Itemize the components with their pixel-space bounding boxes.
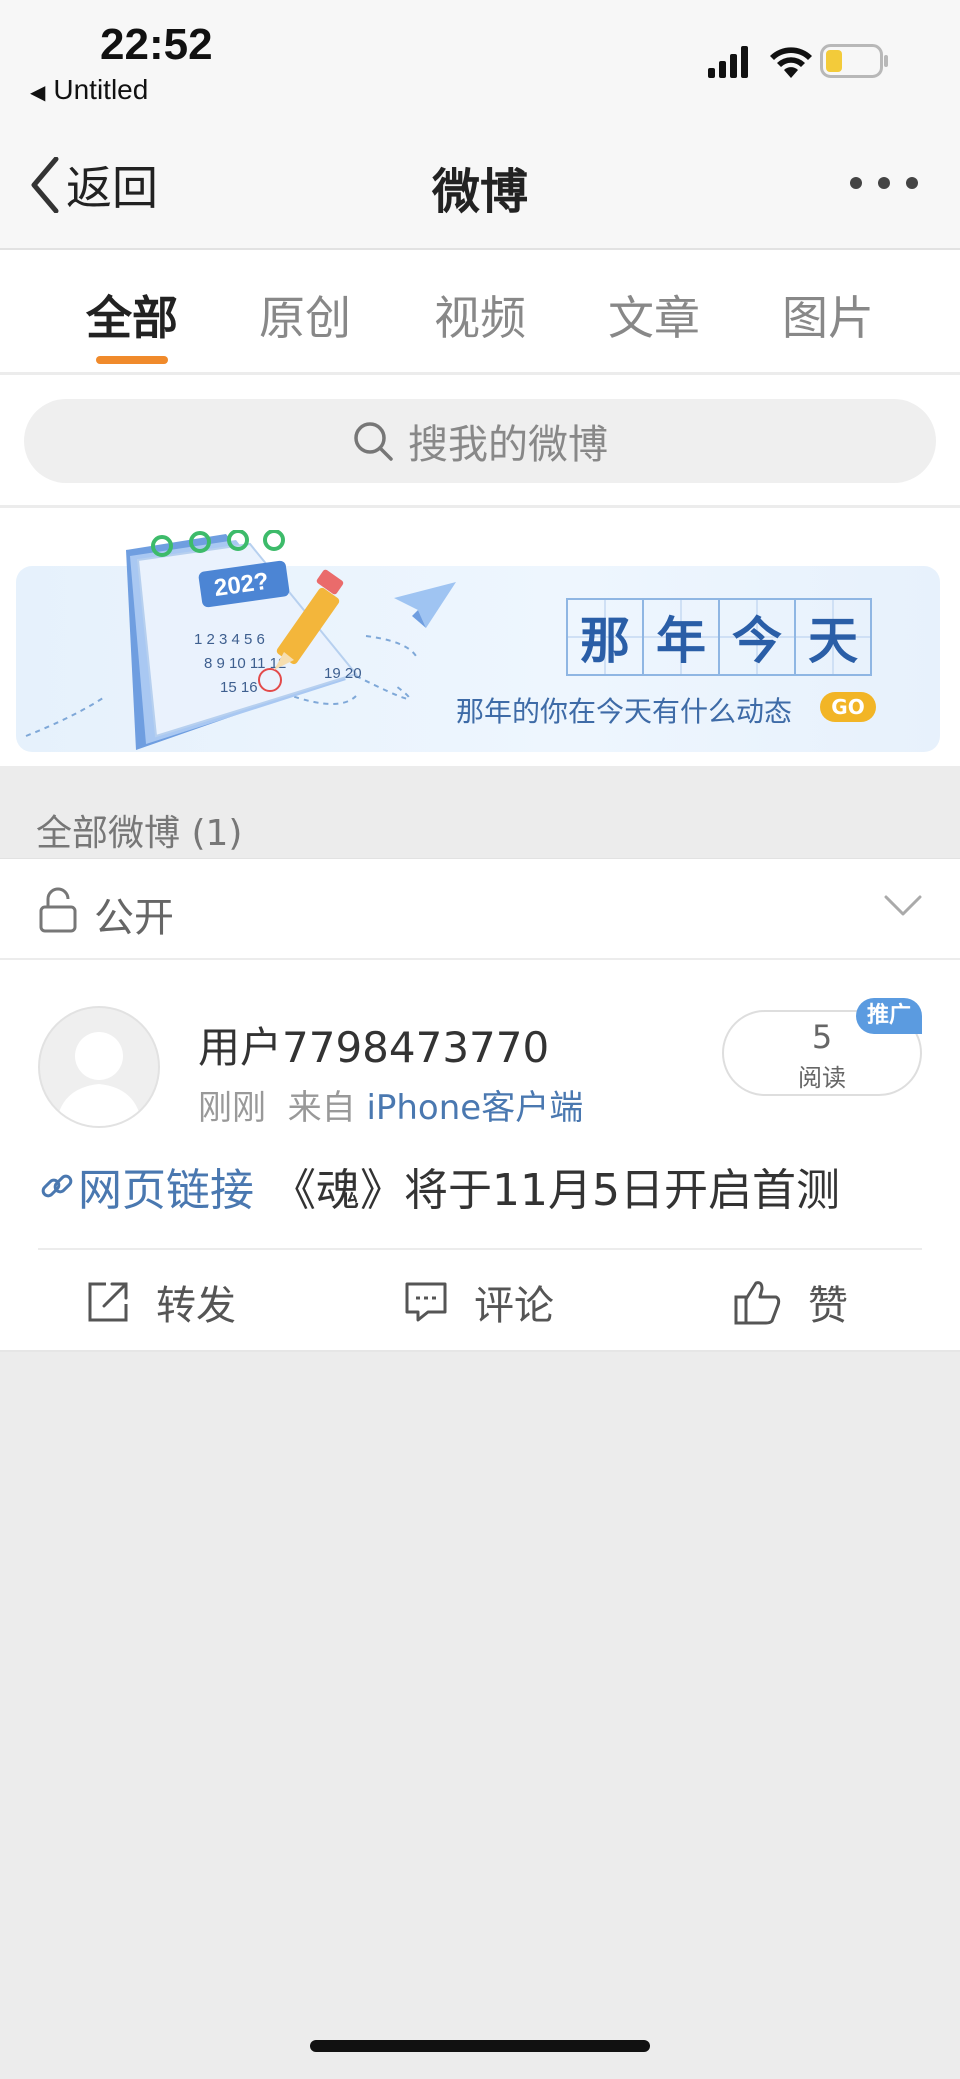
tab-original[interactable]: 原创 — [240, 282, 370, 348]
status-bar: 22:52 ◀ Untitled — [0, 0, 960, 122]
unlock-icon — [39, 887, 77, 933]
calendar-illustration: 202? 1 2 3 4 5 6 8 9 10 11 12 15 16 19 2… — [126, 530, 456, 750]
more-options-icon[interactable] — [848, 174, 920, 192]
back-to-app-link[interactable]: ◀ Untitled — [30, 74, 148, 106]
comment-button[interactable]: 评论 — [404, 1264, 554, 1340]
banner-subtitle: 那年的你在今天有什么动态 — [456, 695, 793, 728]
link-icon — [41, 1174, 73, 1198]
thumbs-up-icon — [734, 1281, 781, 1325]
search-icon — [354, 422, 393, 461]
repost-label: 转发 — [156, 1283, 236, 1329]
visibility-label: 公开 — [94, 895, 174, 941]
wifi-icon — [770, 47, 812, 78]
post-time: 刚刚 — [198, 1088, 266, 1128]
search-input[interactable]: 搜我的微博 — [24, 399, 936, 483]
share-icon — [88, 1282, 128, 1322]
promote-badge[interactable]: 推广 — [856, 998, 922, 1034]
tab-pictures[interactable]: 图片 — [763, 282, 893, 348]
home-indicator[interactable] — [310, 2040, 650, 2052]
title-char: 今 — [718, 598, 796, 676]
post-content: 网页链接 《魂》将于11月5日开启首测 — [40, 1154, 840, 1218]
post-source-prefix: 来自 — [287, 1088, 356, 1128]
like-button[interactable]: 赞 — [734, 1264, 848, 1340]
on-this-day-title: 那 年 今 天 — [566, 598, 872, 676]
status-time: 22:52 — [100, 20, 213, 69]
like-label: 赞 — [808, 1283, 848, 1329]
title-char: 天 — [794, 598, 872, 676]
chevron-down-icon — [884, 895, 922, 916]
back-triangle-icon: ◀ — [30, 82, 46, 104]
search-placeholder: 搜我的微博 — [408, 422, 608, 468]
comment-icon — [405, 1282, 447, 1322]
comment-label: 评论 — [474, 1283, 554, 1329]
go-button[interactable]: GO — [820, 692, 876, 722]
section-header: 全部微博 (1) — [0, 766, 960, 858]
navigation-bar: 返回 微博 — [0, 122, 960, 250]
back-app-label: Untitled — [53, 74, 149, 105]
repost-button[interactable]: 转发 — [86, 1264, 236, 1340]
post-text: 《魂》将于11月5日开启首测 — [272, 1165, 840, 1216]
battery-icon — [820, 44, 888, 78]
tab-video[interactable]: 视频 — [415, 282, 545, 348]
web-link[interactable]: 网页链接 — [78, 1154, 254, 1218]
tab-article[interactable]: 文章 — [589, 282, 719, 348]
search-section: 搜我的微博 — [0, 375, 960, 507]
page-title: 微博 — [431, 164, 528, 220]
avatar[interactable] — [38, 1006, 160, 1128]
all-posts-count: 全部微博 (1) — [36, 813, 243, 854]
post-meta: 刚刚 来自 iPhone客户端 — [198, 1080, 583, 1129]
active-tab-indicator — [96, 356, 168, 364]
read-label: 阅读 — [798, 1064, 846, 1092]
title-char: 那 — [566, 598, 644, 676]
filter-tabs: 全部 原创 视频 文章 图片 — [0, 250, 960, 374]
post-card[interactable]: 用户7798473770 刚刚 来自 iPhone客户端 5 阅读 推广 网页链… — [0, 960, 960, 1352]
visibility-filter[interactable]: 公开 — [0, 858, 960, 960]
svg-text:15 16: 15 16 — [220, 679, 258, 696]
post-username[interactable]: 用户7798473770 — [198, 1014, 549, 1075]
tab-all[interactable]: 全部 — [67, 282, 197, 348]
cellular-signal-icon — [708, 46, 748, 78]
post-source[interactable]: iPhone客户端 — [366, 1088, 583, 1128]
svg-text:19 20: 19 20 — [324, 665, 362, 682]
svg-text:1 2 3 4 5 6: 1 2 3 4 5 6 — [194, 631, 265, 648]
default-avatar-icon — [56, 1032, 142, 1126]
post-divider — [38, 1248, 922, 1250]
title-char: 年 — [642, 598, 720, 676]
